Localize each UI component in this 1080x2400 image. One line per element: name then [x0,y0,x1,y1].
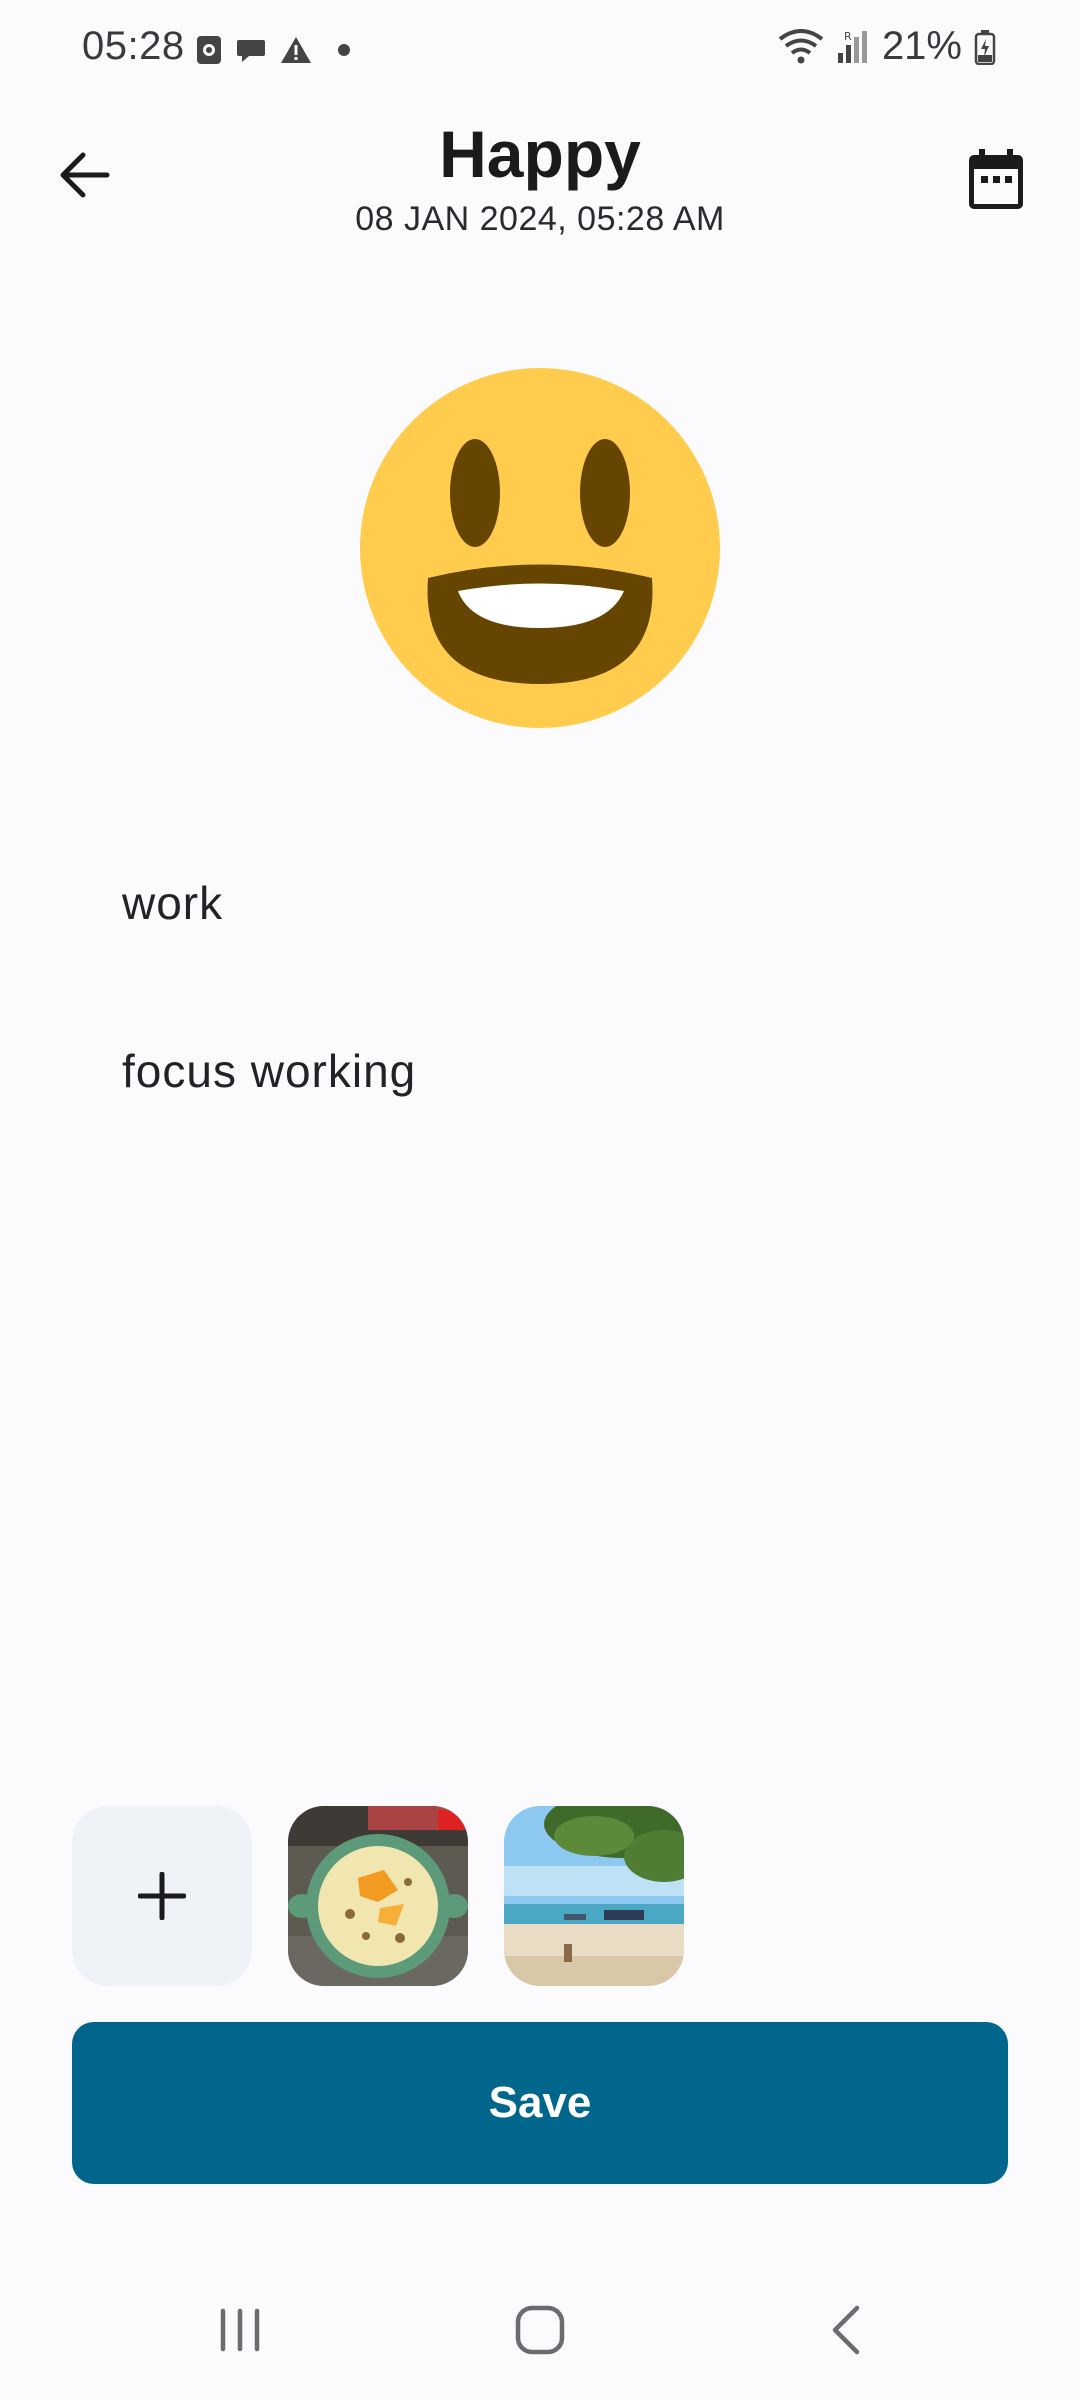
svg-text:R: R [844,30,852,43]
status-left-icons [196,30,352,70]
nav-recents-button[interactable] [210,2300,270,2360]
status-right-group: R 21% [778,24,996,69]
note-title[interactable]: work [122,876,223,930]
warning-icon [281,37,311,63]
calendar-button[interactable] [950,134,1042,226]
add-photo-button[interactable] [72,1806,252,1986]
battery-icon [974,29,996,65]
recents-icon [220,2308,260,2352]
status-time: 05:28 [82,24,185,68]
page-title: Happy [439,117,641,191]
note-body[interactable]: focus working [122,1044,416,1098]
photo-thumbnail-food[interactable] [288,1806,468,1986]
entry-datetime: 08 JAN 2024, 05:28 AM [355,200,725,238]
nav-back-button[interactable] [815,2300,875,2360]
plus-icon [138,1872,186,1920]
grinning-face-emoji [360,368,720,728]
back-icon [832,2305,860,2355]
wifi-icon [778,28,824,63]
save-button-label: Save [488,2078,592,2127]
food-bowl-photo [288,1806,468,1986]
calendar-icon [969,149,1023,209]
signal-icon: R [837,30,867,63]
photo-thumbnail-beach[interactable] [504,1806,684,1986]
dot-icon [338,44,350,56]
battery-percent: 21% [881,24,962,68]
photo-row [72,1806,684,1986]
beach-photo [504,1806,684,1986]
chat-icon [237,40,265,62]
nav-home-button[interactable] [510,2300,570,2360]
home-icon [515,2305,565,2355]
save-button[interactable]: Save [72,2022,1008,2184]
screen-recorder-icon [197,36,221,64]
status-bar: 05:28 R 21% [0,0,1080,100]
